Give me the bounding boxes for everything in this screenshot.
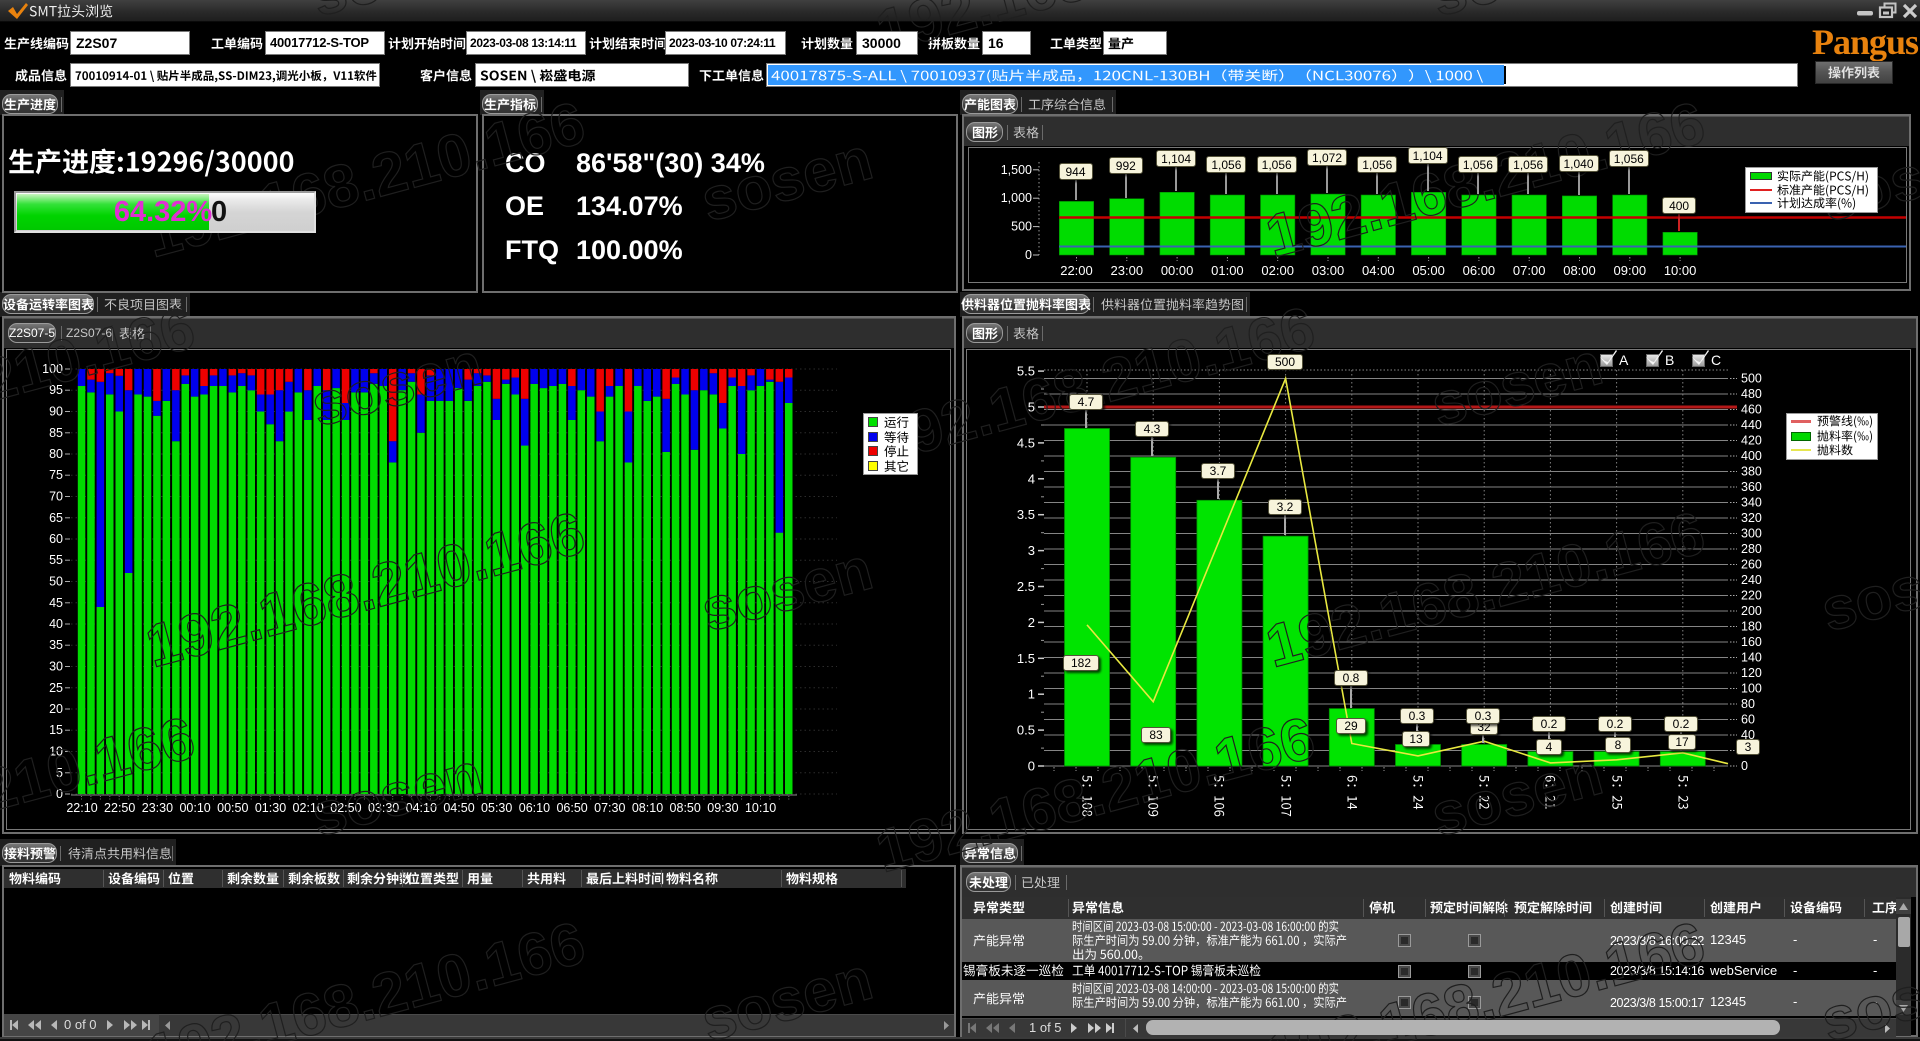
svg-text:60: 60 [1741, 713, 1755, 727]
svg-text:140: 140 [1741, 651, 1762, 665]
svg-text:60: 60 [49, 532, 63, 546]
svg-text:280: 280 [1741, 542, 1762, 556]
svg-text:340: 340 [1741, 496, 1762, 510]
svg-text:03:30: 03:30 [368, 801, 399, 815]
svg-text:0: 0 [56, 787, 63, 801]
svg-text:75: 75 [49, 468, 63, 482]
svg-text:22:10: 22:10 [66, 801, 97, 815]
svg-text:00:10: 00:10 [179, 801, 210, 815]
svg-text:02:10: 02:10 [293, 801, 324, 815]
svg-text:5: 5 [56, 766, 63, 780]
svg-text:09:00: 09:00 [1614, 263, 1647, 278]
svg-text:3.5: 3.5 [1017, 507, 1035, 522]
svg-text:08:10: 08:10 [632, 801, 663, 815]
svg-text:07:00: 07:00 [1513, 263, 1546, 278]
svg-text:04:50: 04:50 [443, 801, 474, 815]
svg-text:100: 100 [42, 362, 63, 376]
svg-text:00:00: 00:00 [1161, 263, 1194, 278]
svg-text:80: 80 [1741, 697, 1755, 711]
svg-text:1,500: 1,500 [1001, 163, 1032, 177]
svg-text:01:00: 01:00 [1211, 263, 1244, 278]
svg-text:10:00: 10:00 [1664, 263, 1697, 278]
svg-text:440: 440 [1741, 418, 1762, 432]
svg-text:260: 260 [1741, 558, 1762, 572]
svg-text:380: 380 [1741, 465, 1762, 479]
svg-text:360: 360 [1741, 480, 1762, 494]
svg-text:06:50: 06:50 [556, 801, 587, 815]
svg-text:4.5: 4.5 [1017, 435, 1035, 450]
svg-text:40: 40 [49, 617, 63, 631]
svg-text:220: 220 [1741, 589, 1762, 603]
svg-text:320: 320 [1741, 511, 1762, 525]
svg-text:100: 100 [1741, 682, 1762, 696]
svg-text:90: 90 [49, 405, 63, 419]
svg-text:500: 500 [1741, 372, 1762, 386]
svg-text:45: 45 [49, 596, 63, 610]
svg-text:00:50: 00:50 [217, 801, 248, 815]
svg-text:04:00: 04:00 [1362, 263, 1395, 278]
svg-text:1,000: 1,000 [1001, 191, 1032, 205]
svg-text:0: 0 [1741, 759, 1748, 773]
svg-text:2: 2 [1028, 615, 1035, 630]
svg-text:0: 0 [1025, 248, 1032, 262]
svg-text:08:00: 08:00 [1563, 263, 1596, 278]
svg-text:1: 1 [1028, 687, 1035, 702]
svg-text:55: 55 [49, 553, 63, 567]
svg-text:50: 50 [49, 575, 63, 589]
svg-text:500: 500 [1011, 220, 1032, 234]
svg-text:02:00: 02:00 [1261, 263, 1294, 278]
svg-text:23:00: 23:00 [1111, 263, 1144, 278]
svg-text:07:30: 07:30 [594, 801, 625, 815]
svg-text:0.5: 0.5 [1017, 723, 1035, 738]
svg-text:30: 30 [49, 660, 63, 674]
svg-text:08:50: 08:50 [670, 801, 701, 815]
svg-text:5: 5 [1028, 400, 1035, 415]
svg-text:80: 80 [49, 447, 63, 461]
svg-text:4: 4 [1028, 471, 1035, 486]
svg-text:09:30: 09:30 [707, 801, 738, 815]
svg-text:25: 25 [49, 681, 63, 695]
svg-text:5.5: 5.5 [1017, 364, 1035, 379]
svg-text:460: 460 [1741, 403, 1762, 417]
svg-text:480: 480 [1741, 387, 1762, 401]
svg-text:05:00: 05:00 [1412, 263, 1445, 278]
svg-text:35: 35 [49, 638, 63, 652]
svg-text:85: 85 [49, 426, 63, 440]
svg-text:420: 420 [1741, 434, 1762, 448]
svg-text:22:50: 22:50 [104, 801, 135, 815]
svg-text:06:00: 06:00 [1463, 263, 1496, 278]
svg-text:2.5: 2.5 [1017, 579, 1035, 594]
svg-text:04:10: 04:10 [406, 801, 437, 815]
svg-text:05:30: 05:30 [481, 801, 512, 815]
svg-text:03:00: 03:00 [1312, 263, 1345, 278]
svg-text:400: 400 [1741, 449, 1762, 463]
svg-text:240: 240 [1741, 573, 1762, 587]
svg-text:65: 65 [49, 511, 63, 525]
svg-text:0: 0 [1028, 759, 1035, 774]
svg-text:10:10: 10:10 [745, 801, 776, 815]
svg-text:15: 15 [49, 723, 63, 737]
svg-text:200: 200 [1741, 604, 1762, 618]
svg-text:180: 180 [1741, 620, 1762, 634]
svg-text:01:30: 01:30 [255, 801, 286, 815]
svg-text:300: 300 [1741, 527, 1762, 541]
svg-text:70: 70 [49, 490, 63, 504]
svg-text:23:30: 23:30 [142, 801, 173, 815]
svg-text:160: 160 [1741, 635, 1762, 649]
svg-text:02:50: 02:50 [330, 801, 361, 815]
svg-text:06:10: 06:10 [519, 801, 550, 815]
svg-text:3: 3 [1028, 543, 1035, 558]
svg-text:10: 10 [49, 745, 63, 759]
svg-text:95: 95 [49, 383, 63, 397]
svg-text:20: 20 [49, 702, 63, 716]
svg-text:22:00: 22:00 [1060, 263, 1093, 278]
svg-text:120: 120 [1741, 666, 1762, 680]
svg-text:1.5: 1.5 [1017, 651, 1035, 666]
